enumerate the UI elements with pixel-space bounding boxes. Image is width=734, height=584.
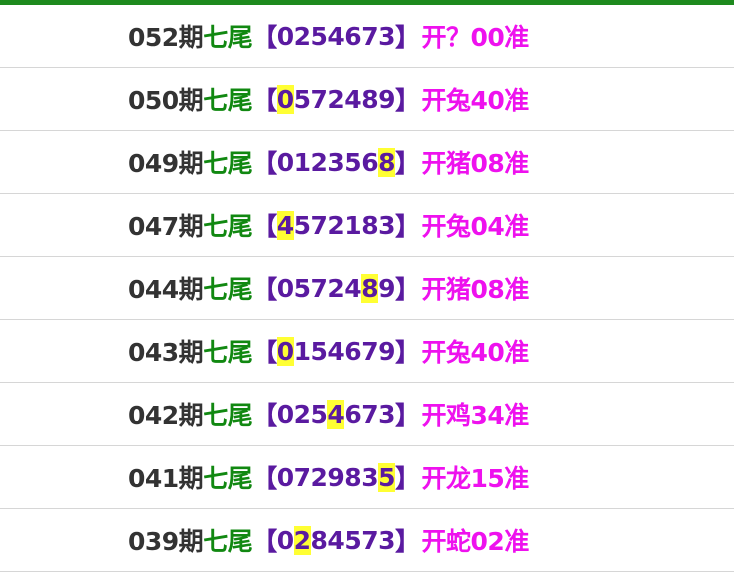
list-item: 042期 七尾 【 025 4 673 】 开鸡34准 — [0, 383, 734, 446]
open-bracket: 【 — [252, 527, 277, 556]
issue-number: 044期 — [128, 275, 204, 304]
digits-after: 572489 — [293, 84, 396, 114]
draw-result: 开龙15准 — [421, 464, 530, 493]
close-bracket: 】 — [395, 86, 420, 115]
draw-result: 开猪08准 — [421, 149, 530, 178]
prediction-label: 七尾 — [203, 527, 253, 556]
prediction-label: 七尾 — [203, 338, 253, 367]
open-bracket: 【 — [252, 86, 277, 115]
issue-number: 047期 — [128, 212, 204, 241]
prediction-label: 七尾 — [203, 275, 253, 304]
hit-digit: 4 — [276, 210, 294, 240]
list-item: 052期 七尾 【 0254673 】 开？00准 — [0, 5, 734, 68]
digits-before: 072983 — [276, 462, 379, 492]
hit-digit: 2 — [293, 525, 311, 555]
draw-result: 开兔04准 — [421, 212, 530, 241]
hit-digit: 8 — [361, 273, 379, 303]
list-item: 050期 七尾 【 0 572489 】 开兔40准 — [0, 68, 734, 131]
issue-number: 039期 — [128, 527, 204, 556]
open-bracket: 【 — [252, 401, 277, 430]
digits-before: 0 — [276, 525, 294, 555]
digits-after: 9 — [378, 273, 396, 303]
draw-result: 开兔40准 — [421, 86, 530, 115]
prediction-label: 七尾 — [203, 464, 253, 493]
issue-number: 042期 — [128, 401, 204, 430]
prediction-label: 七尾 — [203, 23, 253, 52]
digits-after: 572183 — [293, 210, 396, 240]
issue-number: 050期 — [128, 86, 204, 115]
draw-result: 开兔40准 — [421, 338, 530, 367]
prediction-label: 七尾 — [203, 212, 253, 241]
digits-after: 154679 — [293, 336, 396, 366]
digits-before: 05724 — [276, 273, 362, 303]
open-bracket: 【 — [252, 275, 277, 304]
open-bracket: 【 — [252, 23, 277, 52]
draw-result: 开猪08准 — [421, 275, 530, 304]
close-bracket: 】 — [394, 23, 420, 52]
draw-result: 开蛇02准 — [421, 527, 530, 556]
digits-before: 025 — [276, 399, 328, 429]
close-bracket: 】 — [395, 527, 420, 556]
close-bracket: 】 — [395, 464, 420, 493]
open-bracket: 【 — [252, 149, 277, 178]
draw-result: 开鸡34准 — [421, 401, 530, 430]
close-bracket: 】 — [395, 338, 420, 367]
close-bracket: 】 — [395, 275, 420, 304]
issue-number: 043期 — [128, 338, 204, 367]
open-bracket: 【 — [252, 338, 277, 367]
digits-after: 673 — [344, 399, 395, 429]
close-bracket: 】 — [395, 401, 420, 430]
close-bracket: 】 — [395, 212, 420, 241]
prediction-label: 七尾 — [203, 149, 253, 178]
open-bracket: 【 — [252, 212, 277, 241]
issue-number: 041期 — [128, 464, 204, 493]
prediction-label: 七尾 — [203, 86, 253, 115]
list-item: 047期 七尾 【 4 572183 】 开兔04准 — [0, 194, 734, 257]
list-item: 044期 七尾 【 05724 8 9 】 开猪08准 — [0, 257, 734, 320]
close-bracket: 】 — [395, 149, 420, 178]
digits-before: 0254673 — [276, 21, 396, 51]
open-bracket: 【 — [252, 464, 277, 493]
list-item: 041期 七尾 【 072983 5 】 开龙15准 — [0, 446, 734, 509]
draw-result: 开？00准 — [421, 23, 530, 52]
list-item: 039期 七尾 【 0 2 84573 】 开蛇02准 — [0, 509, 734, 572]
issue-number: 049期 — [128, 149, 204, 178]
hit-digit: 8 — [378, 147, 395, 177]
list-item: 049期 七尾 【 012356 8 】 开猪08准 — [0, 131, 734, 194]
hit-digit: 5 — [378, 462, 395, 492]
hit-digit: 4 — [327, 399, 345, 429]
digits-before: 012356 — [276, 147, 379, 177]
issue-number: 052期 — [128, 23, 204, 52]
prediction-list: 052期 七尾 【 0254673 】 开？00准 050期 七尾 【 0 572… — [0, 5, 734, 572]
list-item: 043期 七尾 【 0 154679 】 开兔40准 — [0, 320, 734, 383]
hit-digit: 0 — [276, 84, 294, 114]
hit-digit: 0 — [276, 336, 294, 366]
digits-after: 84573 — [310, 525, 396, 555]
prediction-label: 七尾 — [203, 401, 253, 430]
